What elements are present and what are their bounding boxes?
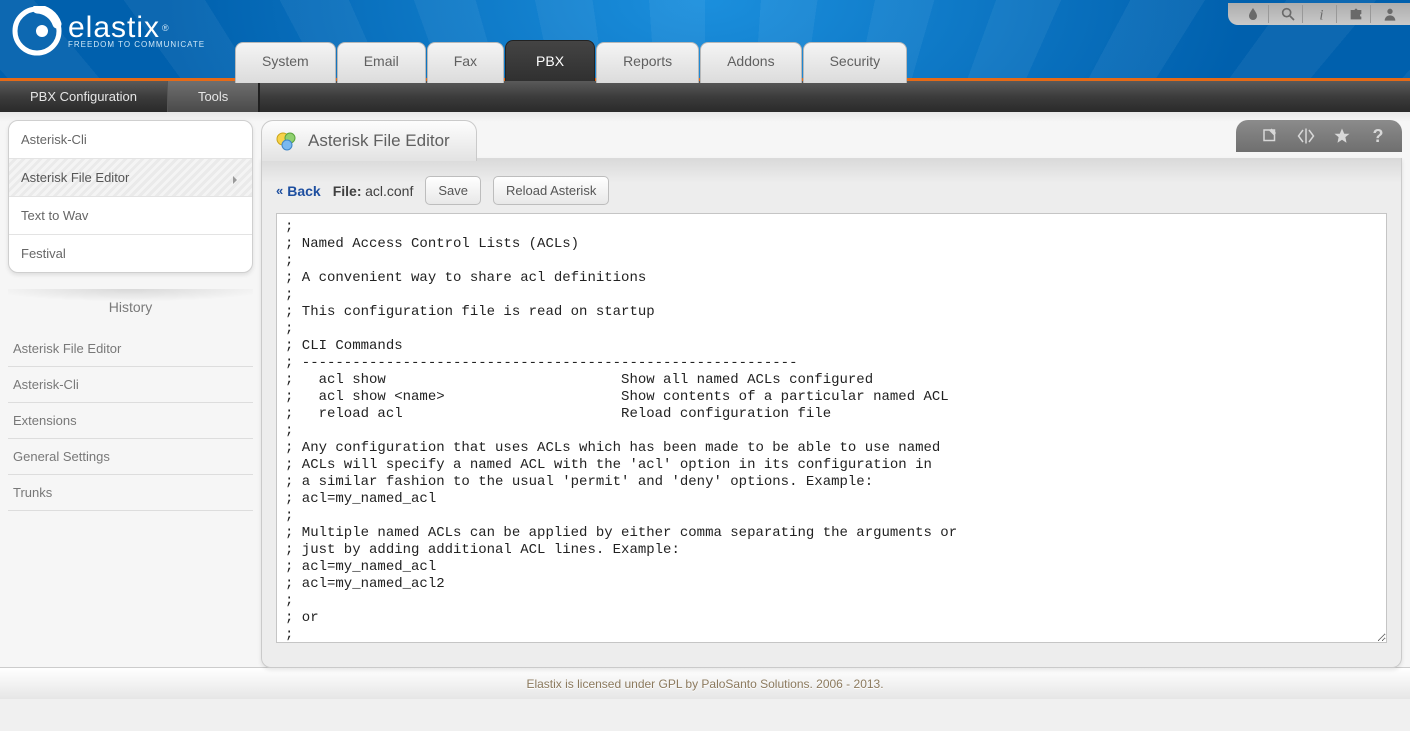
module-title: Asterisk File Editor (308, 131, 450, 151)
chevron-left-icon: « (276, 183, 283, 198)
footer-text: Elastix is licensed under GPL by PaloSan… (526, 677, 883, 691)
subnav-pbx-configuration[interactable]: PBX Configuration (0, 81, 168, 112)
module-actions: ? (1236, 120, 1402, 152)
content: Asterisk-CliAsterisk File EditorText to … (0, 112, 1410, 667)
top-utility-bar: i (1228, 3, 1410, 25)
nav-tab-security[interactable]: Security (803, 42, 908, 83)
editor-toolbar: « Back File: acl.conf Save Reload Asteri… (276, 176, 1387, 205)
sidebar-item-asterisk-file-editor[interactable]: Asterisk File Editor (9, 158, 252, 196)
svg-text:i: i (1319, 7, 1323, 22)
file-indicator: File: acl.conf (333, 183, 414, 199)
sidebar-item-label: Asterisk-Cli (21, 132, 87, 147)
nav-tab-reports[interactable]: Reports (596, 42, 699, 83)
sidebar-item-text-to-wav[interactable]: Text to Wav (9, 196, 252, 234)
file-label: File: (333, 183, 362, 199)
file-name: acl.conf (365, 183, 413, 199)
sidebar: Asterisk-CliAsterisk File EditorText to … (8, 120, 253, 667)
footer: Elastix is licensed under GPL by PaloSan… (0, 667, 1410, 699)
history-item[interactable]: General Settings (8, 439, 253, 475)
main-area: Asterisk File Editor ? « Back File: acl.… (261, 120, 1402, 667)
sidebar-item-label: Festival (21, 246, 66, 261)
user-icon[interactable] (1370, 5, 1400, 23)
info-icon[interactable]: i (1302, 5, 1332, 23)
reload-asterisk-button[interactable]: Reload Asterisk (493, 176, 609, 205)
sidebar-item-label: Asterisk File Editor (21, 170, 129, 185)
nav-tab-fax[interactable]: Fax (427, 42, 504, 83)
back-link[interactable]: « Back (276, 183, 321, 199)
module-header: Asterisk File Editor ? (261, 120, 1402, 158)
tools-menu: Asterisk-Cli Asterisk File Editor Text to … (8, 120, 253, 273)
brand-logo[interactable]: elastix® FREEDOM TO COMMUNICATE (12, 6, 205, 56)
history-item[interactable]: Trunks (8, 475, 253, 511)
nav-tab-system[interactable]: System (235, 42, 336, 83)
module-title-tab: Asterisk File Editor (261, 120, 477, 161)
nav-tab-pbx[interactable]: PBX (505, 40, 595, 81)
history-title: History (8, 289, 253, 331)
logo-text: elastix® FREEDOM TO COMMUNICATE (68, 14, 205, 49)
file-editor-textarea[interactable] (276, 213, 1387, 643)
history-item[interactable]: Asterisk File Editor (8, 331, 253, 367)
drop-icon[interactable] (1242, 5, 1264, 23)
module-icon (274, 129, 298, 153)
puzzle-icon[interactable] (1336, 5, 1366, 23)
header: elastix® FREEDOM TO COMMUNICATE i System… (0, 0, 1410, 78)
sidebar-item-asterisk-cli[interactable]: Asterisk-Cli (9, 121, 252, 158)
search-icon[interactable] (1268, 5, 1298, 23)
history-panel: History Asterisk File EditorAsterisk-Cli… (8, 289, 253, 511)
sidebar-item-festival[interactable]: Festival (9, 234, 252, 272)
subnav-tools[interactable]: Tools (168, 81, 260, 112)
main-nav: SystemEmailFaxPBXReportsAddonsSecurity (235, 40, 908, 81)
inout-icon[interactable] (1296, 126, 1316, 146)
save-button[interactable]: Save (425, 176, 481, 205)
history-item[interactable]: Extensions (8, 403, 253, 439)
back-label: Back (287, 183, 320, 199)
nav-tab-email[interactable]: Email (337, 42, 426, 83)
edit-icon[interactable] (1260, 126, 1280, 146)
star-icon[interactable] (1332, 126, 1352, 146)
history-item[interactable]: Asterisk-Cli (8, 367, 253, 403)
help-icon[interactable]: ? (1368, 126, 1388, 146)
nav-tab-addons[interactable]: Addons (700, 42, 801, 83)
logo-icon (12, 6, 62, 56)
subnav: PBX ConfigurationTools (0, 78, 1410, 112)
sidebar-item-label: Text to Wav (21, 208, 88, 223)
module-body: « Back File: acl.conf Save Reload Asteri… (261, 158, 1402, 668)
chevron-right-icon (230, 173, 240, 183)
